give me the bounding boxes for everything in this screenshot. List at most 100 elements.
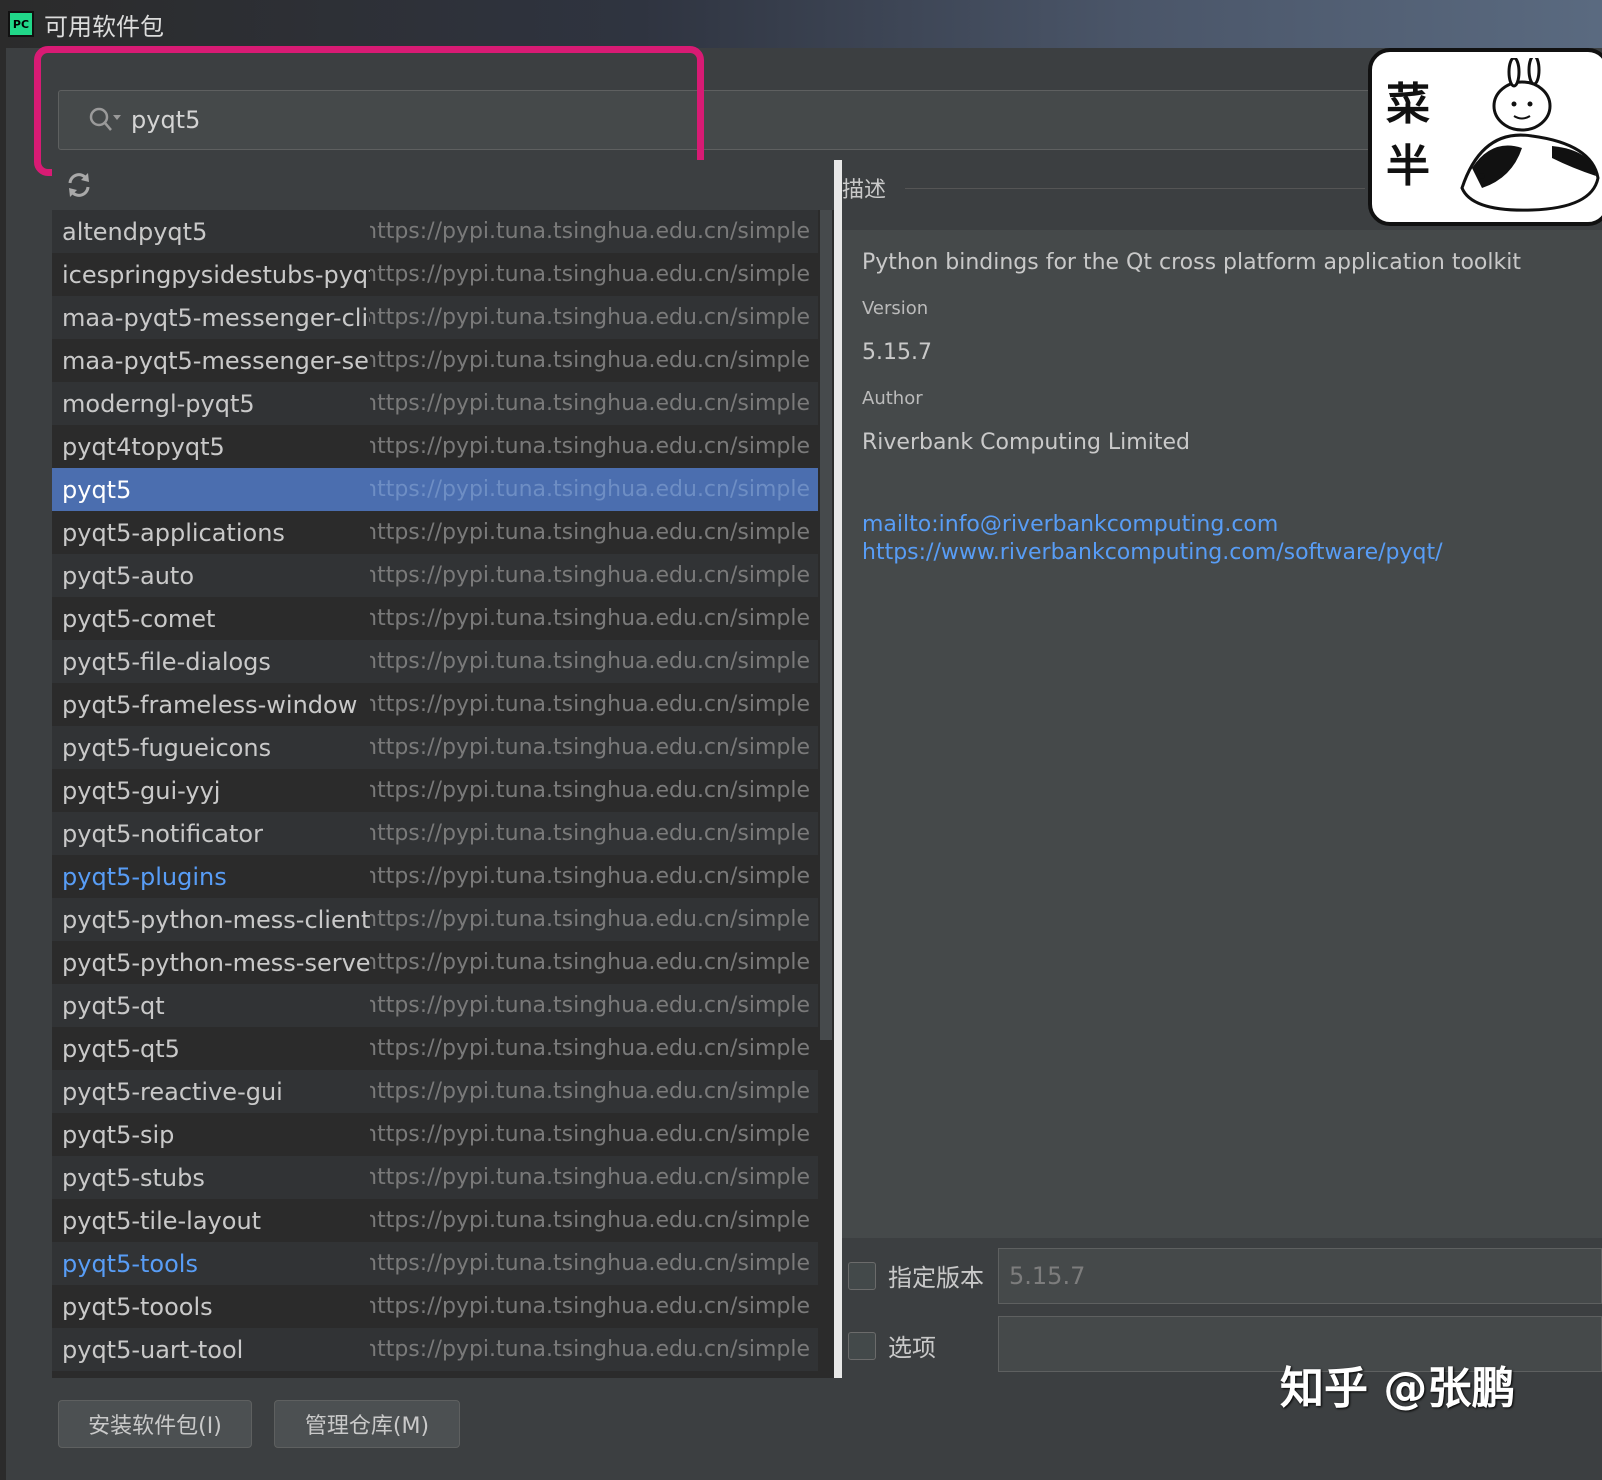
package-row[interactable]: pyqt5-comet https://pypi.tuna.tsinghua.ed… [52,597,818,640]
description-header-divider [905,188,1365,189]
panel-splitter[interactable] [834,160,842,1378]
package-row[interactable]: moderngl-pyqt5 https://pypi.tuna.tsinghua… [52,382,818,425]
package-repository-url: https://pypi.tuna.tsinghua.edu.cn/simple… [370,1337,810,1362]
package-repository-url: https://pypi.tuna.tsinghua.edu.cn/simple… [370,563,810,588]
package-row[interactable]: pyqt5-stubs https://pypi.tuna.tsinghua.ed… [52,1156,818,1199]
package-name: pyqt5-fugueicons [62,733,272,762]
package-repository-url: https://pypi.tuna.tsinghua.edu.cn/simple… [370,606,810,631]
package-name: pyqt5-qt [62,991,165,1020]
package-summary: Python bindings for the Qt cross platfor… [862,250,1521,275]
package-name: pyqt5-applications [62,518,285,547]
package-row[interactable]: pyqt5-python-mess-server https://pypi.tun… [52,941,818,984]
package-name: moderngl-pyqt5 [62,389,255,418]
package-repository-url: https://pypi.tuna.tsinghua.edu.cn/simple… [370,907,810,932]
package-name: pyqt5-uart-tool [62,1335,244,1364]
search-icon[interactable] [87,105,123,135]
zhihu-watermark: 知乎 @张鹏 [1280,1363,1516,1414]
package-name: maa-pyqt5-messenger-client-app [62,303,370,332]
package-name: pyqt5-tools [62,1249,198,1278]
options-row: 选项 [848,1328,936,1363]
package-row[interactable]: maa-pyqt5-messenger-client-apphttps://py… [52,296,818,339]
package-name: pyqt5-auto [62,561,195,590]
package-row[interactable]: pyqt5-applications https://pypi.tuna.tsin… [52,511,818,554]
package-row[interactable]: pyqt5-auto https://pypi.tuna.tsinghua.edu… [52,554,818,597]
package-repository-url: https://pypi.tuna.tsinghua.edu.cn/simple… [370,305,810,330]
package-repository-url: https://pypi.tuna.tsinghua.edu.cn/simple… [370,1036,810,1061]
package-row[interactable]: pyqt5-reactive-gui https://pypi.tuna.tsin… [52,1070,818,1113]
package-row[interactable]: pyqt5-tools https://pypi.tuna.tsinghua.ed… [52,1242,818,1285]
package-name: pyqt5-notificator [62,819,263,848]
package-name: pyqt5-gui-yyj [62,776,221,805]
version-value: 5.15.7 [862,340,932,365]
package-repository-url: https://pypi.tuna.tsinghua.edu.cn/simple… [370,778,810,803]
package-repository-url: https://pypi.tuna.tsinghua.edu.cn/simple… [370,1294,810,1319]
package-list[interactable]: altendpyqt5 https://pypi.tuna.tsinghua.ed… [52,210,818,1371]
package-repository-url: https://pypi.tuna.tsinghua.edu.cn/simple… [370,821,810,846]
package-name: pyqt5-python-mess-server [62,948,370,977]
package-row[interactable]: pyqt5-qt https://pypi.tuna.tsinghua.edu.c… [52,984,818,1027]
package-repository-url: https://pypi.tuna.tsinghua.edu.cn/simple… [370,1251,810,1276]
package-name: pyqt5-tile-layout [62,1206,262,1235]
package-row[interactable]: pyqt5-qt5 https://pypi.tuna.tsinghua.edu.… [52,1027,818,1070]
package-repository-url: https://pypi.tuna.tsinghua.edu.cn/simple… [370,692,810,717]
author-value: Riverbank Computing Limited [862,430,1190,455]
scrollbar-thumb[interactable] [820,210,832,1040]
package-repository-url: https://pypi.tuna.tsinghua.edu.cn/simple… [370,477,810,502]
package-row[interactable]: pyqt5-notificator https://pypi.tuna.tsing… [52,812,818,855]
package-name: pyqt5-sip [62,1120,175,1149]
package-row[interactable]: pyqt5-sip https://pypi.tuna.tsinghua.edu.… [52,1113,818,1156]
package-repository-url: https://pypi.tuna.tsinghua.edu.cn/simple… [370,1208,810,1233]
options-label: 选项 [888,1334,936,1362]
sticker-text: 菜 半 [1386,79,1430,192]
package-row[interactable]: maa-pyqt5-messenger-server-apphttps://py… [52,339,818,382]
window-edge [0,48,6,1480]
specify-version-row: 指定版本 [848,1258,984,1293]
package-row[interactable]: altendpyqt5 https://pypi.tuna.tsinghua.ed… [52,210,818,253]
author-email-link[interactable]: mailto:info@riverbankcomputing.com [862,512,1278,537]
package-row[interactable]: icespringpysidestubs-pyqt5 https://pypi.t… [52,253,818,296]
package-row[interactable]: pyqt5-toools https://pypi.tuna.tsinghua.e… [52,1285,818,1328]
package-repository-url: https://pypi.tuna.tsinghua.edu.cn/simple… [370,391,810,416]
package-row[interactable]: pyqt4topyqt5 https://pypi.tuna.tsinghua.e… [52,425,818,468]
package-name: altendpyqt5 [62,217,208,246]
package-repository-url: https://pypi.tuna.tsinghua.edu.cn/simple… [370,649,810,674]
homepage-link[interactable]: https://www.riverbankcomputing.com/softw… [862,540,1443,565]
manage-repositories-button[interactable]: 管理仓库(M) [274,1400,460,1448]
package-row[interactable]: pyqt5-file-dialogs https://pypi.tuna.tsin… [52,640,818,683]
package-row[interactable]: pyqt5-gui-yyj https://pypi.tuna.tsinghua.… [52,769,818,812]
package-repository-url: https://pypi.tuna.tsinghua.edu.cn/simple… [370,348,810,373]
package-row[interactable]: pyqt5-fugueicons https://pypi.tuna.tsingh… [52,726,818,769]
package-repository-url: https://pypi.tuna.tsinghua.edu.cn/simple… [370,520,810,545]
package-repository-url: https://pypi.tuna.tsinghua.edu.cn/simple… [370,735,810,760]
sticker-cartoon-image [1460,58,1600,212]
package-repository-url: https://pypi.tuna.tsinghua.edu.cn/simple… [370,1165,810,1190]
package-repository-url: https://pypi.tuna.tsinghua.edu.cn/simple… [370,950,810,975]
specify-version-label: 指定版本 [888,1264,984,1292]
refresh-toolbar [52,160,834,210]
package-row[interactable]: pyqt5-uart-tool https://pypi.tuna.tsinghu… [52,1328,818,1371]
package-row[interactable]: pyqt5-python-mess-client https://pypi.tun… [52,898,818,941]
package-repository-url: https://pypi.tuna.tsinghua.edu.cn/simple… [370,993,810,1018]
package-repository-url: https://pypi.tuna.tsinghua.edu.cn/simple… [370,864,810,889]
package-repository-url: https://pypi.tuna.tsinghua.edu.cn/simple… [370,1122,810,1147]
search-box[interactable] [58,90,1560,150]
package-list-scrollbar[interactable] [818,210,834,1378]
package-name: pyqt5-comet [62,604,216,633]
package-row[interactable]: pyqt5-plugins https://pypi.tuna.tsinghua.… [52,855,818,898]
package-name: pyqt4topyqt5 [62,432,225,461]
package-row[interactable]: pyqt5-frameless-window https://pypi.tuna.… [52,683,818,726]
package-repository-url: https://pypi.tuna.tsinghua.edu.cn/simple… [370,219,810,244]
package-row[interactable]: pyqt5 https://pypi.tuna.tsinghua.edu.cn/s… [52,468,818,511]
title-bar: PC 可用软件包 [0,0,1602,48]
package-row[interactable]: pyqt5-tile-layout https://pypi.tuna.tsing… [52,1199,818,1242]
package-name: maa-pyqt5-messenger-server-app [62,346,370,375]
options-checkbox[interactable] [848,1331,876,1360]
author-label: Author [862,388,923,409]
specify-version-checkbox[interactable] [848,1261,876,1290]
package-name: pyqt5-plugins [62,862,227,891]
install-package-button[interactable]: 安装软件包(I) [58,1400,252,1448]
package-name: pyqt5-reactive-gui [62,1077,283,1106]
version-field[interactable]: 5.15.7 [998,1248,1602,1304]
search-input[interactable] [129,105,1333,135]
refresh-icon[interactable] [64,170,94,200]
